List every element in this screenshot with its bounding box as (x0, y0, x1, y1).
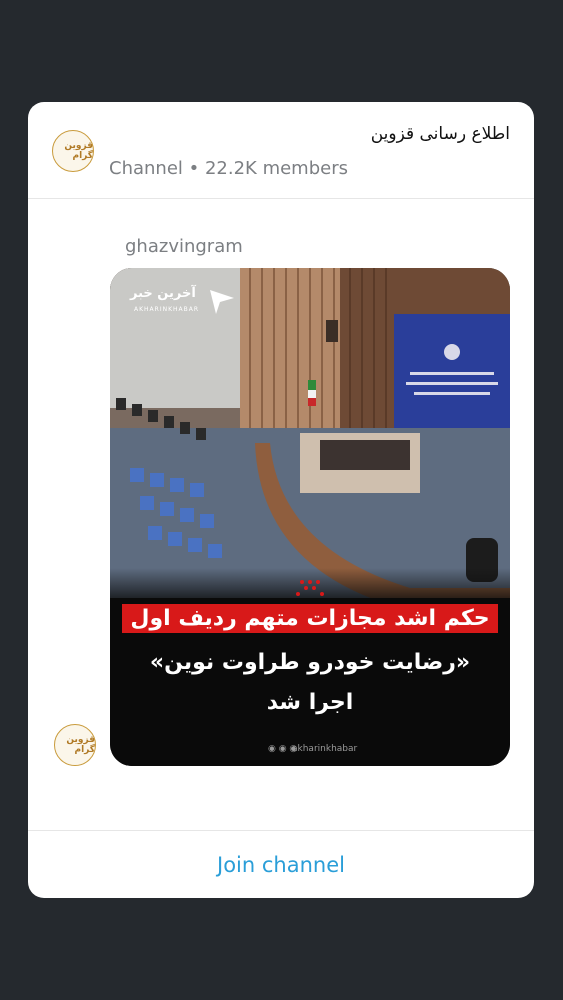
headline-line-3: اجرا شد (266, 690, 354, 715)
headline-line-1-text: حکم اشد مجازات متهم ردیف اول (122, 604, 498, 633)
card-footer: Join channel (28, 830, 534, 898)
headline-line-2: «رضایت خودرو طراوت نوین» (149, 650, 471, 675)
channel-avatar: قزوین گرام (52, 130, 94, 172)
post-image[interactable]: آخرین خبر AKHARINKHABAR حکم اشد مجازات م… (110, 268, 510, 766)
join-channel-button[interactable]: Join channel (201, 847, 361, 883)
headline-line-1: حکم اشد مجازات متهم ردیف اول (110, 604, 510, 633)
channel-title: اطلاع رسانی قزوین (370, 124, 510, 144)
post-author: ghazvingram (125, 236, 243, 257)
channel-meta: Channel • 22.2K members (109, 158, 348, 179)
channel-card: قزوین گرام اطلاع رسانی قزوین Channel • 2… (28, 102, 534, 898)
image-watermark-sub: AKHARINKHABAR (134, 306, 200, 313)
image-watermark: آخرین خبر (130, 286, 196, 301)
channel-logo-text: قزوین گرام (64, 141, 93, 161)
channel-header[interactable]: قزوین گرام اطلاع رسانی قزوین Channel • 2… (28, 102, 534, 199)
social-handle: akharinkhabar (292, 744, 358, 754)
author-logo-text: قزوین گرام (66, 735, 95, 755)
post-author-avatar[interactable]: قزوین گرام (54, 724, 96, 766)
